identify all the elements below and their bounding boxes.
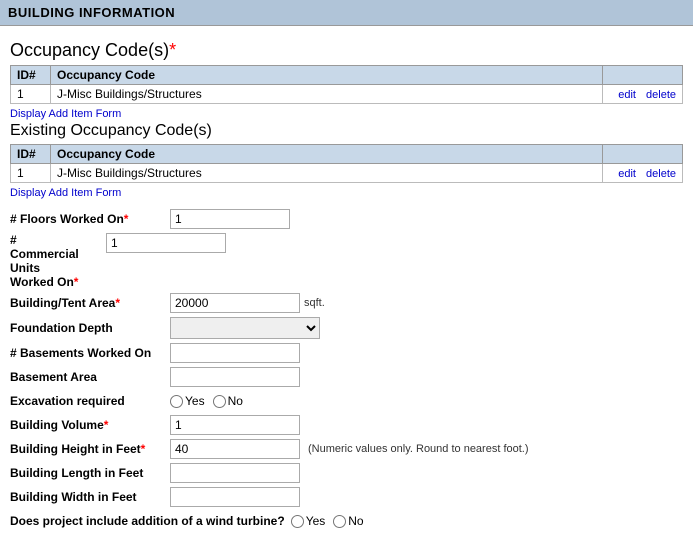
basements-worked-on-row: # Basements Worked On — [10, 343, 683, 363]
occupancy-delete-link[interactable]: delete — [646, 89, 676, 101]
excavation-required-row: Excavation required Yes No — [10, 391, 683, 411]
occupancy-add-link-container: Display Add Item Form — [10, 106, 683, 120]
occupancy-section-title: Occupancy Code(s)* — [10, 40, 683, 61]
foundation-depth-label: Foundation Depth — [10, 321, 170, 335]
commercial-units-label-block: # Commercial Units Worked On* — [10, 233, 100, 289]
floors-worked-on-label: # Floors Worked On* — [10, 212, 170, 226]
wind-turbine-no-label: No — [348, 514, 363, 528]
occupancy-table: ID# Occupancy Code 1 J-Misc Buildings/St… — [10, 65, 683, 104]
wind-turbine-no-radio[interactable] — [333, 515, 346, 528]
occupancy-col-code: Occupancy Code — [51, 66, 603, 85]
building-volume-input[interactable] — [170, 415, 300, 435]
foundation-depth-row: Foundation Depth — [10, 317, 683, 339]
basement-area-row: Basement Area — [10, 367, 683, 387]
existing-occupancy-section-title: Existing Occupancy Code(s) — [10, 122, 683, 140]
excavation-required-label: Excavation required — [10, 394, 170, 408]
occupancy-edit-link[interactable]: edit — [618, 89, 636, 101]
commercial-units-row: # Commercial Units Worked On* — [10, 233, 683, 289]
occupancy-row-actions: edit delete — [603, 85, 683, 104]
building-width-label: Building Width in Feet — [10, 490, 170, 504]
building-length-label: Building Length in Feet — [10, 466, 170, 480]
basement-area-label: Basement Area — [10, 370, 170, 384]
existing-col-code: Occupancy Code — [51, 145, 603, 164]
excavation-yes-label: Yes — [185, 394, 205, 408]
existing-add-link-container: Display Add Item Form — [10, 185, 683, 199]
floors-worked-on-row: # Floors Worked On* — [10, 209, 683, 229]
commercial-label-line1: # — [10, 233, 79, 247]
excavation-no-label: No — [228, 394, 243, 408]
wind-turbine-yes-label: Yes — [306, 514, 326, 528]
existing-col-id: ID# — [11, 145, 51, 164]
building-length-input[interactable] — [170, 463, 300, 483]
existing-row-code: J-Misc Buildings/Structures — [51, 164, 603, 183]
building-height-row: Building Height in Feet* (Numeric values… — [10, 439, 683, 459]
existing-occupancy-table: ID# Occupancy Code 1 J-Misc Buildings/St… — [10, 144, 683, 183]
commercial-label-line4: Worked On* — [10, 275, 79, 289]
building-width-input[interactable] — [170, 487, 300, 507]
occupancy-table-row: 1 J-Misc Buildings/Structures edit delet… — [11, 85, 683, 104]
existing-col-actions — [603, 145, 683, 164]
wind-turbine-yes-radio[interactable] — [291, 515, 304, 528]
excavation-yes-radio[interactable] — [170, 395, 183, 408]
commercial-units-input[interactable] — [106, 233, 226, 253]
occupancy-col-id: ID# — [11, 66, 51, 85]
basement-area-input[interactable] — [170, 367, 300, 387]
basements-worked-on-input[interactable] — [170, 343, 300, 363]
existing-add-item-link[interactable]: Display Add Item Form — [10, 187, 121, 199]
building-tent-area-label: Building/Tent Area* — [10, 296, 170, 310]
building-tent-area-input[interactable] — [170, 293, 300, 313]
existing-edit-link[interactable]: edit — [618, 168, 636, 180]
wind-turbine-label: Does project include addition of a wind … — [10, 514, 291, 528]
building-height-label: Building Height in Feet* — [10, 442, 170, 456]
building-height-input[interactable] — [170, 439, 300, 459]
building-volume-row: Building Volume* — [10, 415, 683, 435]
existing-row-id: 1 — [11, 164, 51, 183]
excavation-no-radio[interactable] — [213, 395, 226, 408]
floors-worked-on-input[interactable] — [170, 209, 290, 229]
building-width-row: Building Width in Feet — [10, 487, 683, 507]
page-header: BUILDING INFORMATION — [0, 0, 693, 26]
existing-occupancy-table-row: 1 J-Misc Buildings/Structures edit delet… — [11, 164, 683, 183]
commercial-label-line2: Commercial — [10, 247, 79, 261]
building-length-row: Building Length in Feet — [10, 463, 683, 483]
excavation-radio-group: Yes No — [170, 394, 249, 408]
building-height-hint: (Numeric values only. Round to nearest f… — [308, 443, 529, 455]
wind-turbine-row: Does project include addition of a wind … — [10, 511, 683, 531]
commercial-label-line3: Units — [10, 261, 79, 275]
occupancy-col-actions — [603, 66, 683, 85]
existing-delete-link[interactable]: delete — [646, 168, 676, 180]
occupancy-add-item-link[interactable]: Display Add Item Form — [10, 108, 121, 120]
building-tent-area-row: Building/Tent Area* sqft. — [10, 293, 683, 313]
occupancy-row-id: 1 — [11, 85, 51, 104]
building-volume-label: Building Volume* — [10, 418, 170, 432]
foundation-depth-select[interactable] — [170, 317, 320, 339]
existing-row-actions: edit delete — [603, 164, 683, 183]
basements-worked-on-label: # Basements Worked On — [10, 346, 170, 360]
wind-turbine-radio-group: Yes No — [291, 514, 370, 528]
building-tent-area-unit: sqft. — [304, 297, 325, 309]
occupancy-row-code: J-Misc Buildings/Structures — [51, 85, 603, 104]
